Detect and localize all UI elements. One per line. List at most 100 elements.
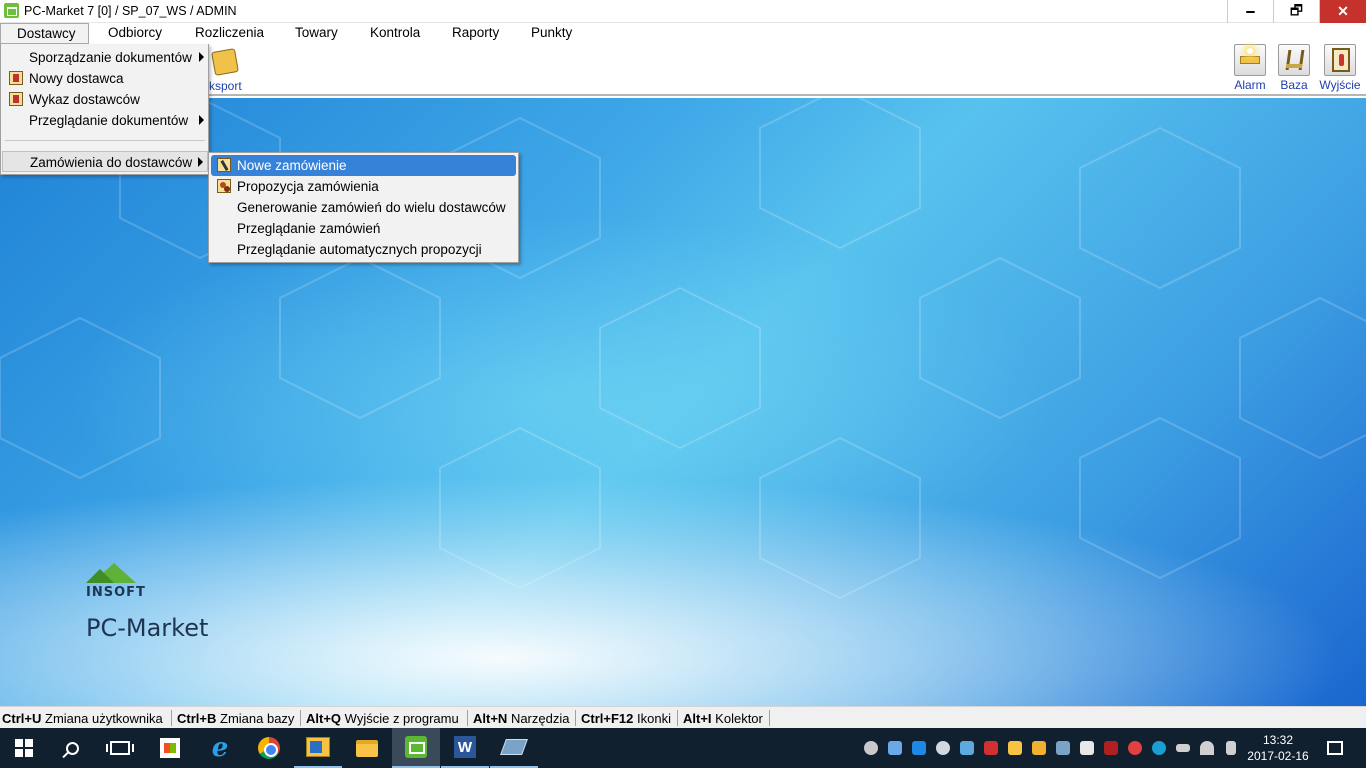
- tray-screen[interactable]: [1052, 728, 1074, 768]
- baza-button[interactable]: Baza: [1272, 44, 1316, 92]
- pc-market-cart-icon: [405, 736, 427, 758]
- exit-door-icon: [1324, 44, 1356, 76]
- menu-item-zamowienia-do-dostawcow[interactable]: Zamówienia do dostawców: [2, 151, 208, 172]
- menu-item-label: Przeglądanie zamówień: [237, 221, 381, 236]
- taskbar-clock[interactable]: 13:32 2017-02-16: [1243, 732, 1313, 764]
- shortcut-change-user[interactable]: Ctrl+U Zmiana użytkownika: [2, 711, 163, 726]
- vector-icon: [1080, 741, 1094, 755]
- word-icon: W: [454, 736, 476, 758]
- notification-icon: [1327, 741, 1343, 755]
- minimize-button[interactable]: 🗕: [1227, 0, 1273, 23]
- taskbar-pc-market[interactable]: [392, 728, 440, 768]
- teamviewer-icon: [912, 741, 926, 755]
- menu-item-label: Przeglądanie automatycznych propozycji: [237, 242, 482, 257]
- menu-item-nowy-dostawca[interactable]: Nowy dostawca: [2, 68, 208, 89]
- menu-item-propozycja-zamowienia[interactable]: Propozycja zamówienia: [211, 176, 516, 197]
- app-cart-icon[interactable]: [4, 3, 19, 18]
- taskbar-outlook[interactable]: [294, 728, 342, 768]
- menu-bar: Dostawcy Odbiorcy Rozliczenia Towary Kon…: [0, 23, 1366, 44]
- menu-towary[interactable]: Towary: [289, 25, 344, 40]
- taskbar-file-explorer[interactable]: [343, 728, 391, 768]
- title-bar: PC-Market 7 [0] / SP_07_WS / ADMIN 🗕 🗗 ✕: [0, 0, 1366, 23]
- antivirus-icon: [1104, 741, 1118, 755]
- shortcut-change-database[interactable]: Ctrl+B Zmiana bazy: [177, 711, 294, 726]
- baza-label: Baza: [1280, 78, 1308, 92]
- export-icon[interactable]: [209, 46, 239, 76]
- status-divider: [677, 710, 678, 726]
- submenu-arrow-icon: [198, 157, 203, 167]
- taskbar-chrome[interactable]: [245, 728, 293, 768]
- export-button-label[interactable]: ksport: [209, 79, 242, 93]
- zamowienia-submenu: Nowe zamówienie Propozycja zamówienia Ge…: [208, 152, 519, 263]
- exit-button[interactable]: Wyjście: [1318, 44, 1362, 92]
- tray-network-app[interactable]: [956, 728, 978, 768]
- taskbar-internet-explorer[interactable]: e: [196, 728, 244, 768]
- menu-item-przegladanie-dokumentow[interactable]: Przeglądanie dokumentów: [2, 110, 208, 131]
- screen-icon: [1056, 741, 1070, 755]
- exit-label: Wyjście: [1319, 78, 1361, 92]
- shortcut-label: Zmiana użytkownika: [45, 711, 163, 726]
- dostawcy-menu: Sporządzanie dokumentów Nowy dostawca Wy…: [0, 44, 209, 175]
- tray-sync[interactable]: [1028, 728, 1050, 768]
- supplier-list-icon: [9, 92, 23, 106]
- pen-icon: [217, 158, 231, 172]
- tray-volume[interactable]: [1220, 728, 1242, 768]
- menu-item-przegladanie-zamowien[interactable]: Przeglądanie zamówień: [211, 218, 516, 239]
- shortcut-tools[interactable]: Alt+N Narzędzia: [473, 711, 569, 726]
- logo-product: PC-Market: [86, 614, 209, 642]
- taskbar-tool-app[interactable]: [490, 728, 538, 768]
- database-lever-icon: [1278, 44, 1310, 76]
- alarm-icon: [1234, 44, 1266, 76]
- shortcut-label: Narzędzia: [510, 711, 570, 726]
- store-icon: [160, 738, 180, 758]
- tray-edge[interactable]: [1148, 728, 1170, 768]
- search-button[interactable]: [48, 728, 96, 768]
- gears-icon: [217, 179, 231, 193]
- menu-dostawcy[interactable]: Dostawcy: [0, 23, 89, 44]
- task-view-button[interactable]: [96, 728, 144, 768]
- tray-battery[interactable]: [1172, 728, 1194, 768]
- tray-wifi[interactable]: [1196, 728, 1218, 768]
- main-workspace-background: INSOFT PC-Market: [0, 98, 1366, 706]
- menu-kontrola[interactable]: Kontrola: [364, 25, 426, 40]
- restore-button[interactable]: 🗗: [1273, 0, 1319, 23]
- menu-odbiorcy[interactable]: Odbiorcy: [102, 25, 168, 40]
- tray-sparkle[interactable]: [884, 728, 906, 768]
- network-app-icon: [960, 741, 974, 755]
- tray-gear[interactable]: [1124, 728, 1146, 768]
- supplier-new-icon: [9, 71, 23, 85]
- tray-pdf[interactable]: [980, 728, 1002, 768]
- action-center-button[interactable]: [1320, 728, 1350, 768]
- menu-item-przegladanie-propozycji[interactable]: Przeglądanie automatycznych propozycji: [211, 239, 516, 260]
- menu-item-nowe-zamowienie[interactable]: Nowe zamówienie: [211, 155, 516, 176]
- shortcut-key: Ctrl+U: [2, 711, 42, 726]
- tray-teamviewer[interactable]: [908, 728, 930, 768]
- taskbar-word[interactable]: W: [441, 728, 489, 768]
- tray-vector[interactable]: [1076, 728, 1098, 768]
- search-icon: [65, 741, 79, 755]
- clock-date: 2017-02-16: [1247, 749, 1309, 763]
- menu-rozliczenia[interactable]: Rozliczenia: [189, 25, 270, 40]
- shortcut-key: Ctrl+B: [177, 711, 217, 726]
- shortcut-key: Alt+I: [683, 711, 712, 726]
- menu-item-label: Przeglądanie dokumentów: [29, 113, 189, 128]
- shortcut-icons[interactable]: Ctrl+F12 Ikonki: [581, 711, 671, 726]
- menu-punkty[interactable]: Punkty: [525, 25, 578, 40]
- shortcut-collector[interactable]: Alt+I Kolektor: [683, 711, 763, 726]
- menu-item-wykaz-dostawcow[interactable]: Wykaz dostawców: [2, 89, 208, 110]
- tray-flame[interactable]: [860, 728, 882, 768]
- close-button[interactable]: ✕: [1319, 0, 1366, 23]
- taskbar-store[interactable]: [146, 728, 194, 768]
- menu-raporty[interactable]: Raporty: [446, 25, 505, 40]
- shortcut-exit-program[interactable]: Alt+Q Wyjście z programu: [306, 711, 459, 726]
- tray-antivirus[interactable]: [1100, 728, 1122, 768]
- start-button[interactable]: [0, 728, 48, 768]
- tray-onedrive[interactable]: [932, 728, 954, 768]
- tray-mail[interactable]: [1004, 728, 1026, 768]
- menu-item-generowanie-zamowien[interactable]: Generowanie zamówień do wielu dostawców: [211, 197, 516, 218]
- alarm-button[interactable]: Alarm: [1228, 44, 1272, 92]
- shortcut-key: Ctrl+F12: [581, 711, 634, 726]
- status-divider: [769, 710, 770, 726]
- menu-item-sporzadzanie-dokumentow[interactable]: Sporządzanie dokumentów: [2, 47, 208, 68]
- clock-time: 13:32: [1262, 733, 1294, 747]
